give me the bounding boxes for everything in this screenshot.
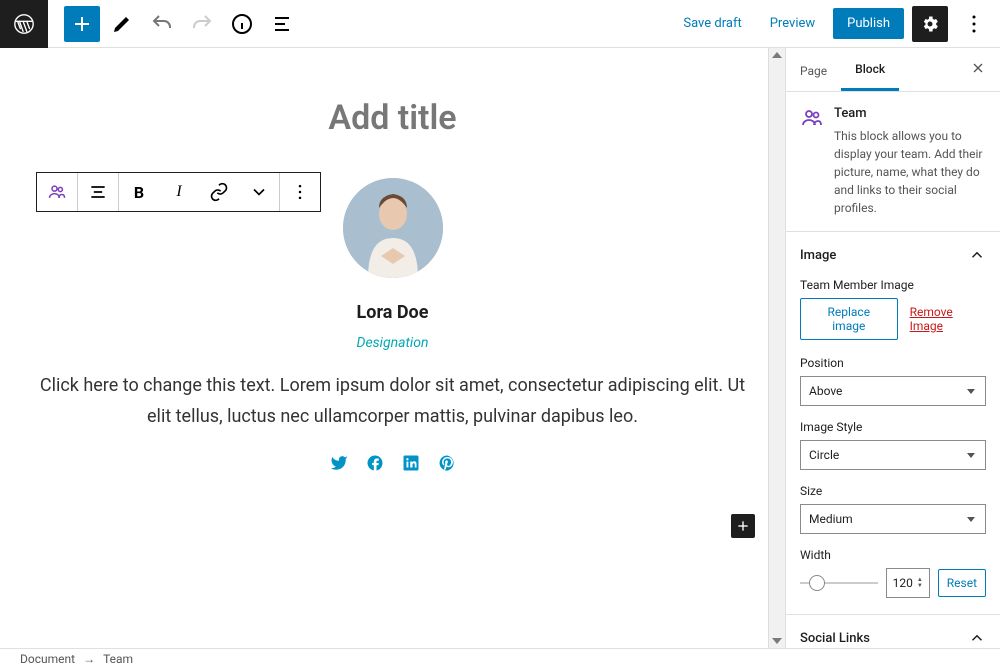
remove-image-link[interactable]: Remove Image — [910, 305, 986, 333]
redo-button[interactable] — [184, 6, 220, 42]
wordpress-logo[interactable] — [0, 0, 48, 48]
tab-page[interactable]: Page — [786, 50, 841, 90]
editor-canvas: B I Add title — [0, 48, 785, 648]
close-sidebar-button[interactable] — [956, 60, 1000, 79]
position-label: Position — [800, 356, 986, 370]
info-button[interactable] — [224, 6, 260, 42]
width-slider[interactable] — [800, 582, 878, 584]
settings-button[interactable] — [912, 6, 948, 42]
preview-button[interactable]: Preview — [760, 8, 825, 39]
insert-block-button[interactable] — [731, 514, 755, 538]
top-toolbar: Save draft Preview Publish — [0, 0, 1000, 48]
image-style-label: Image Style — [800, 420, 986, 434]
block-description: This block allows you to display your te… — [834, 127, 986, 217]
facebook-icon[interactable] — [366, 454, 384, 476]
reset-width-button[interactable]: Reset — [938, 569, 986, 597]
save-draft-button[interactable]: Save draft — [673, 8, 751, 39]
settings-sidebar: Page Block Team This block allows you to… — [785, 48, 1000, 648]
pinterest-icon[interactable] — [438, 454, 456, 476]
replace-image-button[interactable]: Replace image — [800, 298, 898, 340]
team-member-description[interactable]: Click here to change this text. Lorem ip… — [23, 371, 763, 432]
social-section-toggle[interactable]: Social Links — [786, 615, 1000, 648]
toolbar-right: Save draft Preview Publish — [673, 6, 1000, 42]
team-member-designation[interactable]: Designation — [23, 335, 763, 351]
social-icons — [23, 454, 763, 476]
editor-scrollbar[interactable] — [768, 48, 785, 648]
sidebar-tabs: Page Block — [786, 48, 1000, 92]
publish-button[interactable]: Publish — [833, 8, 904, 39]
position-select[interactable]: Above — [800, 376, 986, 406]
breadcrumb-bar: Document → Team — [0, 648, 1000, 668]
size-select[interactable]: Medium — [800, 504, 986, 534]
team-member-image-label: Team Member Image — [800, 278, 986, 292]
chevron-up-icon — [968, 246, 986, 264]
width-spinner[interactable]: ▲▼ — [917, 577, 923, 589]
undo-button[interactable] — [144, 6, 180, 42]
page-title[interactable]: Add title — [23, 98, 763, 138]
social-links-section: Social Links Enable Social Links Open Li… — [786, 615, 1000, 648]
team-member-name[interactable]: Lora Doe — [23, 302, 763, 323]
linkedin-icon[interactable] — [402, 454, 420, 476]
image-style-select[interactable]: Circle — [800, 440, 986, 470]
block-info: Team This block allows you to display yo… — [786, 92, 1000, 232]
block-title: Team — [834, 106, 986, 121]
image-section-toggle[interactable]: Image — [786, 232, 1000, 278]
chevron-up-icon — [968, 629, 986, 647]
tab-block[interactable]: Block — [841, 48, 899, 91]
width-input[interactable]: 120 ▲▼ — [886, 568, 930, 598]
image-section: Image Team Member Image Replace image Re… — [786, 232, 1000, 615]
breadcrumb-document[interactable]: Document — [20, 652, 75, 666]
breadcrumb-separator: → — [83, 652, 95, 666]
editor-content: Add title Lora Doe Designation Click her… — [23, 48, 763, 476]
size-label: Size — [800, 484, 986, 498]
toolbar-left — [0, 0, 300, 48]
breadcrumb-team[interactable]: Team — [103, 652, 133, 666]
more-menu-button[interactable] — [956, 6, 992, 42]
team-block-icon — [800, 106, 824, 217]
add-block-button[interactable] — [64, 6, 100, 42]
twitter-icon[interactable] — [330, 454, 348, 476]
team-member-avatar[interactable] — [343, 178, 443, 278]
width-label: Width — [800, 548, 986, 562]
outline-button[interactable] — [264, 6, 300, 42]
edit-mode-button[interactable] — [104, 6, 140, 42]
main-area: B I Add title — [0, 48, 1000, 648]
